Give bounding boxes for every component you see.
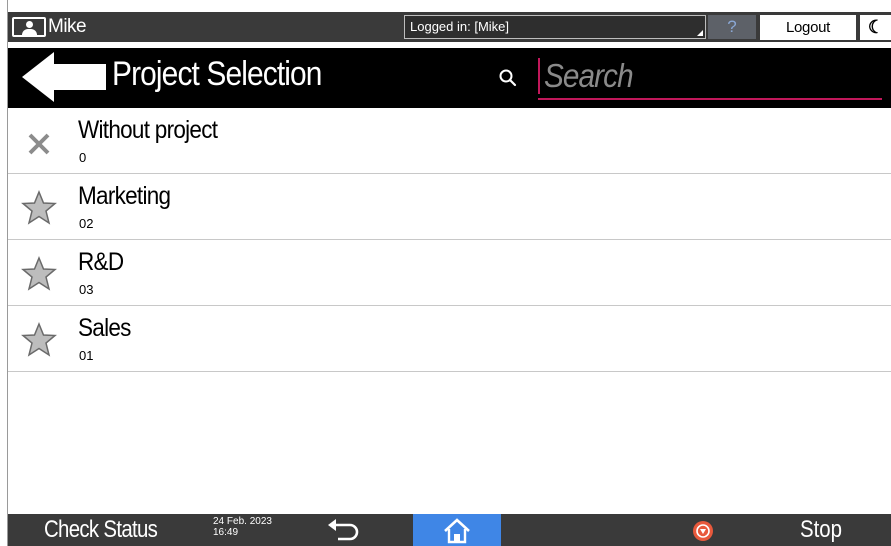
project-row-without-project[interactable]: Without project 0 bbox=[8, 108, 891, 174]
title-bar: Project Selection Search bbox=[8, 48, 891, 108]
undo-icon[interactable] bbox=[326, 519, 362, 541]
login-status-dropdown[interactable]: Logged in: [Mike] bbox=[404, 15, 706, 39]
project-code: 01 bbox=[79, 348, 94, 363]
project-row-sales[interactable]: Sales 01 bbox=[8, 306, 891, 372]
help-button[interactable]: ? bbox=[708, 15, 756, 39]
date-text: 24 Feb. 2023 bbox=[213, 516, 272, 527]
star-icon bbox=[21, 322, 57, 357]
project-code: 02 bbox=[79, 216, 94, 231]
close-icon bbox=[28, 133, 50, 155]
search-placeholder: Search bbox=[544, 57, 634, 94]
back-arrow-icon bbox=[22, 52, 106, 102]
stop-icon[interactable] bbox=[692, 520, 714, 542]
project-name: Marketing bbox=[78, 182, 171, 210]
project-list: Without project 0 Marketing 02 R&D 03 Sa… bbox=[8, 108, 891, 372]
status-bar: Mike Logged in: [Mike] ? Logout ☾ bbox=[8, 12, 891, 42]
project-name: R&D bbox=[78, 248, 124, 276]
project-code: 0 bbox=[79, 150, 87, 165]
page-title: Project Selection bbox=[112, 55, 322, 93]
date-time: 24 Feb. 2023 16:49 bbox=[213, 516, 272, 538]
app-frame: Mike Logged in: [Mike] ? Logout ☾ Projec… bbox=[7, 0, 891, 546]
search-input[interactable]: Search bbox=[538, 56, 882, 100]
moon-icon[interactable]: ☾ bbox=[860, 15, 891, 40]
login-status-text: Logged in: [Mike] bbox=[410, 19, 510, 34]
project-code: 03 bbox=[79, 282, 94, 297]
project-name: Without project bbox=[78, 116, 218, 144]
back-button[interactable] bbox=[22, 52, 106, 102]
bottom-bar: Check Status 24 Feb. 2023 16:49 Stop bbox=[8, 514, 891, 546]
user-info: Mike bbox=[12, 15, 87, 39]
project-row-marketing[interactable]: Marketing 02 bbox=[8, 174, 891, 240]
stop-button[interactable]: Stop bbox=[800, 516, 842, 544]
user-name: Mike bbox=[48, 16, 87, 37]
home-button[interactable] bbox=[413, 514, 501, 546]
logout-button[interactable]: Logout bbox=[760, 15, 856, 40]
time-text: 16:49 bbox=[213, 527, 239, 538]
dropdown-corner-icon bbox=[697, 30, 703, 36]
star-icon bbox=[21, 256, 57, 291]
search-icon bbox=[499, 69, 517, 87]
project-name: Sales bbox=[78, 314, 131, 342]
home-icon bbox=[444, 518, 470, 544]
check-status-button[interactable]: Check Status bbox=[44, 516, 158, 544]
star-icon bbox=[21, 190, 57, 225]
project-row-rd[interactable]: R&D 03 bbox=[8, 240, 891, 306]
user-icon bbox=[12, 17, 46, 37]
text-caret bbox=[538, 58, 540, 94]
